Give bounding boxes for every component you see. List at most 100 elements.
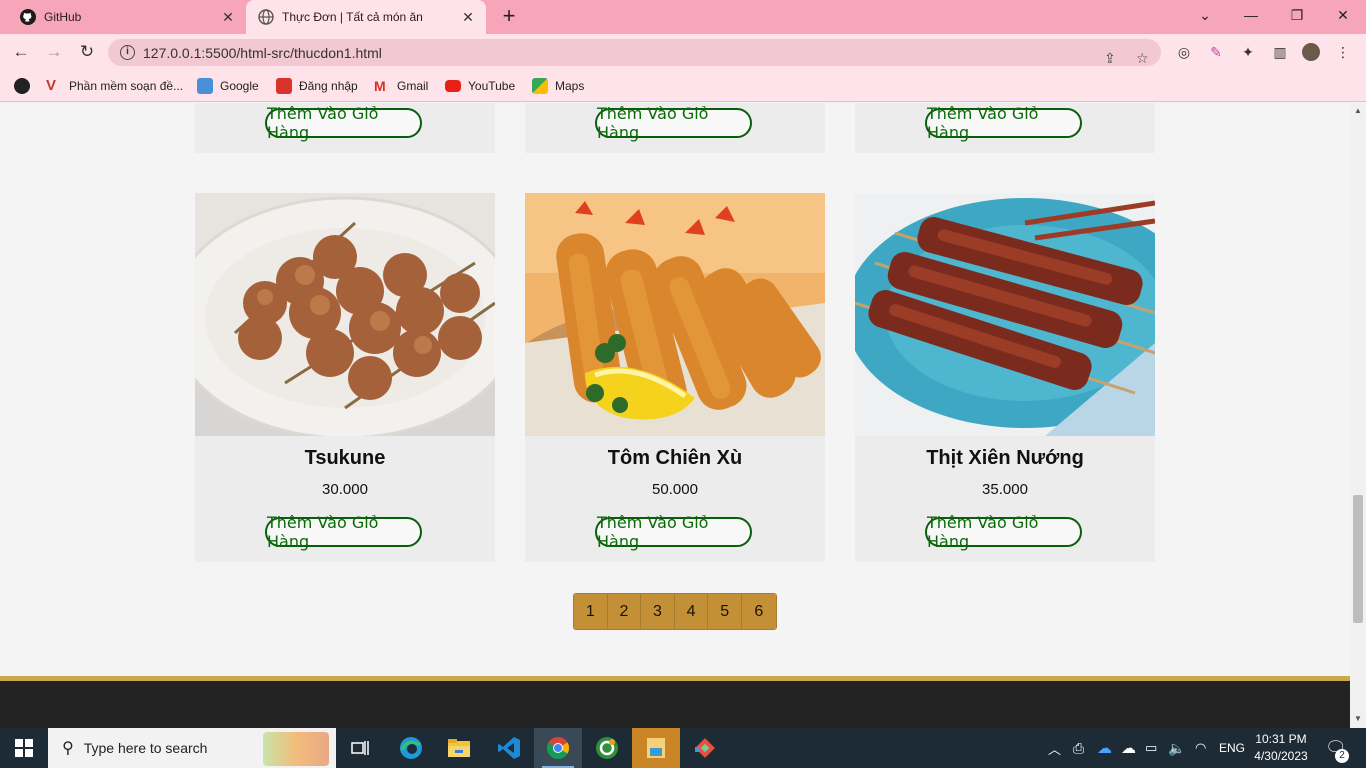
bookmark-youtube[interactable]: YouTube xyxy=(445,76,515,96)
share-icon[interactable]: ⇪ xyxy=(1104,50,1116,67)
youtube-icon xyxy=(445,80,461,92)
login-site-icon xyxy=(276,78,292,94)
sublime-icon[interactable] xyxy=(632,728,680,768)
restore-button[interactable]: ❐ xyxy=(1274,0,1320,30)
bookmark-gmail[interactable]: M Gmail xyxy=(374,76,428,96)
bookmark-google[interactable]: Google xyxy=(197,76,259,96)
add-to-cart-button[interactable]: Thêm Vào Giỏ Hàng xyxy=(925,513,1082,551)
page-link-6[interactable]: 6 xyxy=(741,594,776,629)
tab-title: Thực Đơn | Tất cả món ăn xyxy=(282,10,423,24)
gmail-icon: M xyxy=(374,78,386,94)
chrome-icon[interactable] xyxy=(534,728,582,768)
side-panel-icon[interactable]: ▥ xyxy=(1271,43,1289,61)
profile-avatar[interactable] xyxy=(1302,43,1320,61)
tsukune-image xyxy=(195,193,495,436)
product-price: 50.000 xyxy=(652,481,698,498)
minimize-button[interactable]: — xyxy=(1228,0,1274,30)
language-indicator[interactable]: ENG xyxy=(1219,728,1245,768)
globe-icon xyxy=(258,9,274,25)
product-card-tom-chien-xu: Tôm Chiên Xù 50.000 Thêm Vào Giỏ Hàng xyxy=(525,193,825,562)
page-link-3[interactable]: 3 xyxy=(641,594,675,629)
add-to-cart-button[interactable]: Thêm Vào Giỏ Hàng xyxy=(595,513,752,551)
page-link-5[interactable]: 5 xyxy=(708,594,742,629)
taskbar-clock[interactable]: 10:31 PM 4/30/2023 xyxy=(1248,731,1314,765)
add-to-cart-button[interactable]: Thêm Vào Giỏ Hàng xyxy=(265,104,422,142)
fried-shrimp-image xyxy=(525,193,825,436)
notification-center-icon[interactable]: 🗨 2 xyxy=(1325,728,1349,768)
scrollbar-thumb[interactable] xyxy=(1353,495,1363,623)
windows-start-button[interactable] xyxy=(0,728,48,768)
product-card: Thêm Vào Giỏ Hàng xyxy=(195,103,495,153)
bookmark-dang-nhap[interactable]: Đăng nhập xyxy=(276,76,358,96)
vscode-icon[interactable] xyxy=(485,728,533,768)
product-price: 30.000 xyxy=(322,481,368,498)
address-bar[interactable]: i 127.0.0.1:5500/html-src/thucdon1.html … xyxy=(108,39,1161,66)
scroll-down-arrow-icon[interactable]: ▼ xyxy=(1353,714,1363,724)
file-explorer-icon[interactable] xyxy=(435,728,483,768)
url-text: 127.0.0.1:5500/html-src/thucdon1.html xyxy=(143,44,382,61)
taskbar-search-box[interactable]: ⚲ Type here to search xyxy=(48,728,336,768)
maps-pin-icon xyxy=(532,78,548,94)
add-to-cart-button[interactable]: Thêm Vào Giỏ Hàng xyxy=(265,513,422,551)
battery-icon[interactable]: ▭ xyxy=(1145,728,1157,768)
wifi-icon[interactable]: ◠ xyxy=(1195,728,1206,768)
browser-toolbar: ← → ↻ i 127.0.0.1:5500/html-src/thucdon1… xyxy=(0,34,1366,70)
google-doc-icon xyxy=(197,78,213,94)
windows-taskbar: ⚲ Type here to search ︿ ⎙ ☁ ☁ ▭ 🔈 ◠ ENG … xyxy=(0,728,1366,768)
task-view-icon[interactable] xyxy=(336,728,384,768)
notification-count-badge: 2 xyxy=(1335,749,1349,763)
product-card: Thêm Vào Giỏ Hàng xyxy=(525,103,825,153)
bookmark-maps[interactable]: Maps xyxy=(532,76,584,96)
show-hidden-icons-chevron-icon[interactable]: ︿ xyxy=(1048,728,1061,768)
tab-title: GitHub xyxy=(44,10,82,24)
add-to-cart-button[interactable]: Thêm Vào Giỏ Hàng xyxy=(925,104,1082,142)
page-link-1[interactable]: 1 xyxy=(574,594,608,629)
product-card: Thêm Vào Giỏ Hàng xyxy=(855,103,1155,153)
meet-now-icon[interactable]: ⎙ xyxy=(1073,728,1084,768)
bookmarks-bar: V Phần mềm soạn đề... Google Đăng nhập M… xyxy=(0,70,1366,102)
product-name: Tôm Chiên Xù xyxy=(607,447,743,469)
onedrive-blue-icon[interactable]: ☁ xyxy=(1097,728,1112,768)
page-scrollbar[interactable]: ▲ ▼ xyxy=(1350,103,1366,728)
color-picker-extension-icon[interactable]: ✎ xyxy=(1207,43,1225,61)
add-to-cart-button[interactable]: Thêm Vào Giỏ Hàng xyxy=(595,104,752,142)
page-link-4[interactable]: 4 xyxy=(674,594,709,629)
page-link-2[interactable]: 2 xyxy=(607,594,642,629)
clock-time: 10:31 PM xyxy=(1255,732,1307,746)
back-button[interactable]: ← xyxy=(9,40,33,64)
close-tab-icon[interactable]: ✕ xyxy=(220,9,236,25)
bookmark-star-icon[interactable]: ☆ xyxy=(1136,50,1149,67)
coccoc-icon[interactable] xyxy=(583,728,631,768)
github-icon xyxy=(20,9,36,25)
close-tab-icon[interactable]: ✕ xyxy=(460,9,476,25)
browser-tab-bar: GitHub ✕ Thực Đơn | Tất cả món ăn ✕ + ⌄ … xyxy=(0,0,1366,34)
product-price: 35.000 xyxy=(982,481,1028,498)
close-window-button[interactable]: ✕ xyxy=(1320,0,1366,30)
new-tab-button[interactable]: + xyxy=(497,5,521,29)
product-card-thit-xien-nuong: Thịt Xiên Nướng 35.000 Thêm Vào Giỏ Hàng xyxy=(855,193,1155,562)
onedrive-white-icon[interactable]: ☁ xyxy=(1121,728,1136,768)
apps-globe-icon[interactable] xyxy=(14,76,30,96)
volume-icon[interactable]: 🔈 xyxy=(1168,728,1185,768)
product-name: Tsukune xyxy=(304,447,386,469)
tab-github[interactable]: GitHub ✕ xyxy=(8,0,246,34)
page-footer xyxy=(0,681,1350,728)
site-info-icon[interactable]: i xyxy=(120,45,135,60)
more-menu-icon[interactable]: ⋮ xyxy=(1334,43,1352,61)
gitkraken-icon[interactable] xyxy=(681,728,729,768)
compass-extension-icon[interactable]: ◎ xyxy=(1175,43,1193,61)
grilled-skewer-image xyxy=(855,193,1155,436)
clock-date: 4/30/2023 xyxy=(1254,749,1308,763)
product-card-tsukune: Tsukune 30.000 Thêm Vào Giỏ Hàng xyxy=(195,193,495,562)
tab-search-chevron-icon[interactable]: ⌄ xyxy=(1182,0,1228,30)
forward-button[interactable]: → xyxy=(42,40,66,64)
pagination: 1 2 3 4 5 6 xyxy=(573,593,777,630)
edge-icon[interactable] xyxy=(387,728,435,768)
v-logo-icon: V xyxy=(46,77,57,94)
bookmark-phan-mem[interactable]: V Phần mềm soạn đề... xyxy=(46,76,183,96)
reload-button[interactable]: ↻ xyxy=(75,40,99,64)
scroll-up-arrow-icon[interactable]: ▲ xyxy=(1353,106,1363,116)
tab-thucdon[interactable]: Thực Đơn | Tất cả món ăn ✕ xyxy=(246,0,486,34)
extensions-puzzle-icon[interactable]: ✦ xyxy=(1239,43,1257,61)
search-placeholder: Type here to search xyxy=(83,740,208,756)
